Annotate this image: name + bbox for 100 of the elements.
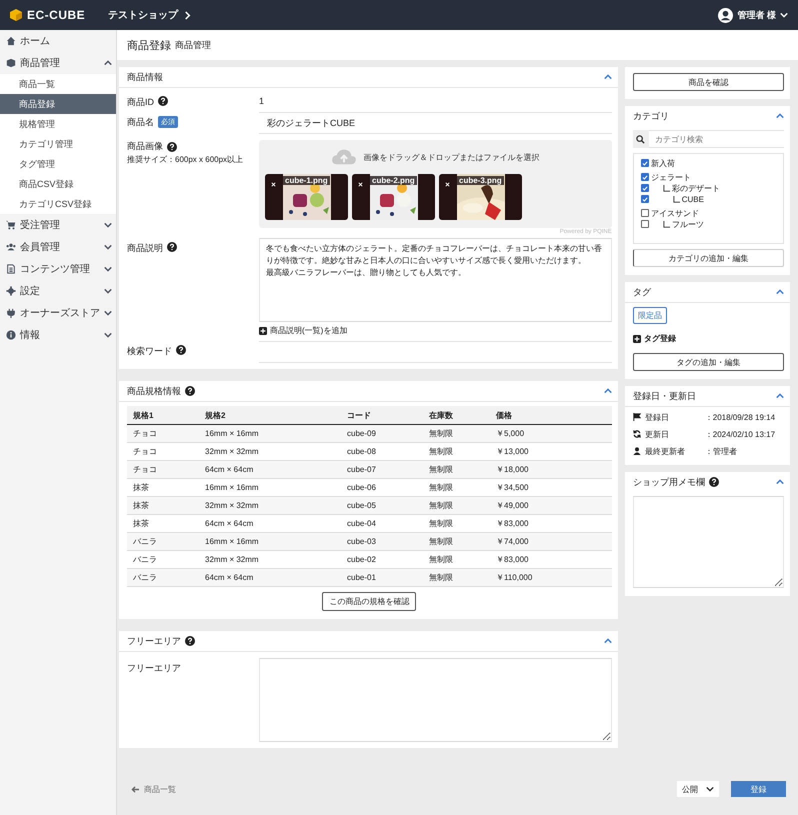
nav-item[interactable]: 設定	[0, 280, 116, 302]
plug-icon	[6, 308, 16, 318]
table-cell: cube-05	[341, 496, 423, 514]
chevron-up-icon[interactable]	[604, 638, 612, 644]
table-cell: 64cm × 64cm	[199, 568, 341, 586]
user-menu[interactable]: 管理者 様	[737, 8, 788, 22]
product-name-field[interactable]: 彩のジェラートCUBE	[259, 112, 612, 134]
table-cell: 抹茶	[127, 496, 199, 514]
table-cell: cube-03	[341, 532, 423, 550]
search-button[interactable]	[632, 130, 649, 148]
help-icon[interactable]	[185, 636, 195, 646]
search-icon	[636, 134, 646, 144]
preview-button[interactable]: 商品を確認	[632, 73, 784, 91]
nav-item[interactable]: 商品管理	[0, 52, 116, 74]
logo-text: EC-CUBE	[27, 8, 86, 22]
chevron-down-icon	[104, 266, 112, 272]
image-dropzone[interactable]: 画像をドラッグ＆ドロップまたはファイルを選択 cube-1.png cube-2.png cube-3.png	[259, 140, 612, 228]
add-tag-link[interactable]: タグ登録	[632, 329, 784, 348]
nav-item[interactable]: 会員管理	[0, 236, 116, 258]
product-id: 1	[259, 95, 266, 108]
nav-item[interactable]: 受注管理	[0, 214, 116, 236]
chevron-up-icon[interactable]	[776, 289, 784, 295]
table-cell: cube-01	[341, 568, 423, 586]
free-area-field[interactable]	[259, 658, 612, 742]
help-icon[interactable]	[185, 386, 195, 396]
checkbox[interactable]	[640, 184, 649, 192]
nav-subitem[interactable]: カテゴリCSV登録	[0, 194, 116, 214]
close-icon	[444, 182, 450, 186]
description-paragraph: 最高級バニラフレーバーは、贈り物としても人気です。	[266, 267, 467, 279]
nav-item[interactable]: コンテンツ管理	[0, 258, 116, 280]
table-cell: ￥49,000	[490, 496, 612, 514]
plus-square-icon	[632, 334, 641, 342]
checkbox[interactable]	[640, 159, 649, 167]
nav-item[interactable]: オーナーズストア	[0, 302, 116, 324]
checkbox[interactable]	[640, 195, 649, 203]
column-header: 在庫数	[423, 406, 490, 424]
nav-item[interactable]: ホーム	[0, 30, 116, 52]
checkbox[interactable]	[640, 209, 649, 217]
help-icon[interactable]	[708, 477, 719, 487]
chevron-up-icon[interactable]	[776, 393, 784, 399]
help-icon[interactable]	[167, 242, 177, 252]
flag-icon	[632, 413, 641, 421]
checkbox[interactable]	[640, 220, 649, 228]
table-cell: 32mm × 32mm	[199, 496, 341, 514]
category-label: ジェラート	[650, 172, 691, 182]
help-icon[interactable]	[176, 345, 186, 355]
register-button[interactable]: 登録	[731, 781, 786, 797]
field-label: 検索ワード	[127, 345, 172, 358]
nav-subitem[interactable]: タグ管理	[0, 154, 116, 174]
nav-subitem[interactable]: 規格管理	[0, 114, 116, 134]
chevron-up-icon	[104, 60, 112, 66]
chevron-up-icon[interactable]	[604, 388, 612, 394]
nav-item[interactable]: 情報	[0, 324, 116, 346]
file-icon	[6, 264, 16, 274]
image-size-hint: 推奨サイズ：600px x 600px以上	[127, 154, 244, 165]
nav-subitem[interactable]: 商品登録	[0, 94, 116, 114]
field-label: 商品画像	[127, 140, 163, 153]
category-label: フルーツ	[672, 218, 704, 230]
table-cell: バニラ	[127, 532, 199, 550]
table-cell: 無制限	[423, 424, 490, 442]
help-icon[interactable]	[158, 96, 168, 106]
date-label: 登録日	[644, 412, 670, 422]
edit-spec-button[interactable]: この商品の規格を確認	[322, 592, 416, 611]
help-icon[interactable]	[167, 142, 177, 152]
chevron-up-icon[interactable]	[776, 479, 784, 485]
shop-link[interactable]: テストショップ	[108, 8, 191, 22]
table-cell: 64cm × 64cm	[199, 460, 341, 478]
card-title: 商品規格情報	[127, 384, 181, 398]
category-search-field[interactable]: カテゴリ検索	[648, 130, 784, 148]
edit-tag-button[interactable]: タグの追加・編集	[632, 353, 784, 371]
nav-subitem[interactable]: 商品CSV登録	[0, 174, 116, 194]
chevron-down-icon	[104, 244, 112, 250]
page-title: 商品登録	[127, 38, 171, 52]
back-link[interactable]: 商品一覧	[131, 784, 176, 794]
table-cell: 無制限	[423, 568, 490, 586]
table-cell: ￥74,000	[490, 532, 612, 550]
category-label: 彩のデザート	[672, 182, 720, 194]
card-title: タグ	[632, 286, 651, 298]
file-name: cube-1.png	[283, 176, 330, 185]
file-name: cube-2.png	[370, 176, 417, 185]
chevron-up-icon[interactable]	[776, 113, 784, 119]
add-description-link[interactable]: 商品説明(一覧)を追加	[259, 322, 612, 339]
column-header: 規格1	[127, 406, 199, 424]
column-header: コード	[341, 406, 423, 424]
nav-subitem[interactable]: 商品一覧	[0, 74, 116, 94]
table-cell: バニラ	[127, 568, 199, 586]
date-value: ：2024/02/10 13:17	[704, 428, 776, 440]
checkbox[interactable]	[640, 173, 649, 181]
nav-subitem[interactable]: カテゴリ管理	[0, 134, 116, 154]
tag-chip[interactable]: 限定品	[632, 307, 667, 324]
file-name: cube-3.png	[457, 176, 504, 185]
edit-category-button[interactable]: カテゴリの追加・編集	[632, 249, 784, 267]
close-icon	[358, 182, 362, 186]
date-value: ：2018/09/28 19:14	[704, 412, 776, 422]
memo-field[interactable]	[632, 496, 784, 588]
table-cell: ￥18,000	[490, 460, 612, 478]
description-field[interactable]: 冬でも食べたい立方体のジェラート。定番のチョコフレーバーは、チョコレート本来の甘い香りが特徴です。絶妙な甘みと日本人の口に合いやすいサイズ感で長く愛用いただけます。 最高級バニラフレーバーは、贈り物としても人気です。	[259, 238, 612, 322]
date-label: 最終更新者	[644, 446, 686, 456]
chevron-up-icon[interactable]	[604, 74, 612, 80]
status-select[interactable]: 公開	[677, 781, 719, 797]
